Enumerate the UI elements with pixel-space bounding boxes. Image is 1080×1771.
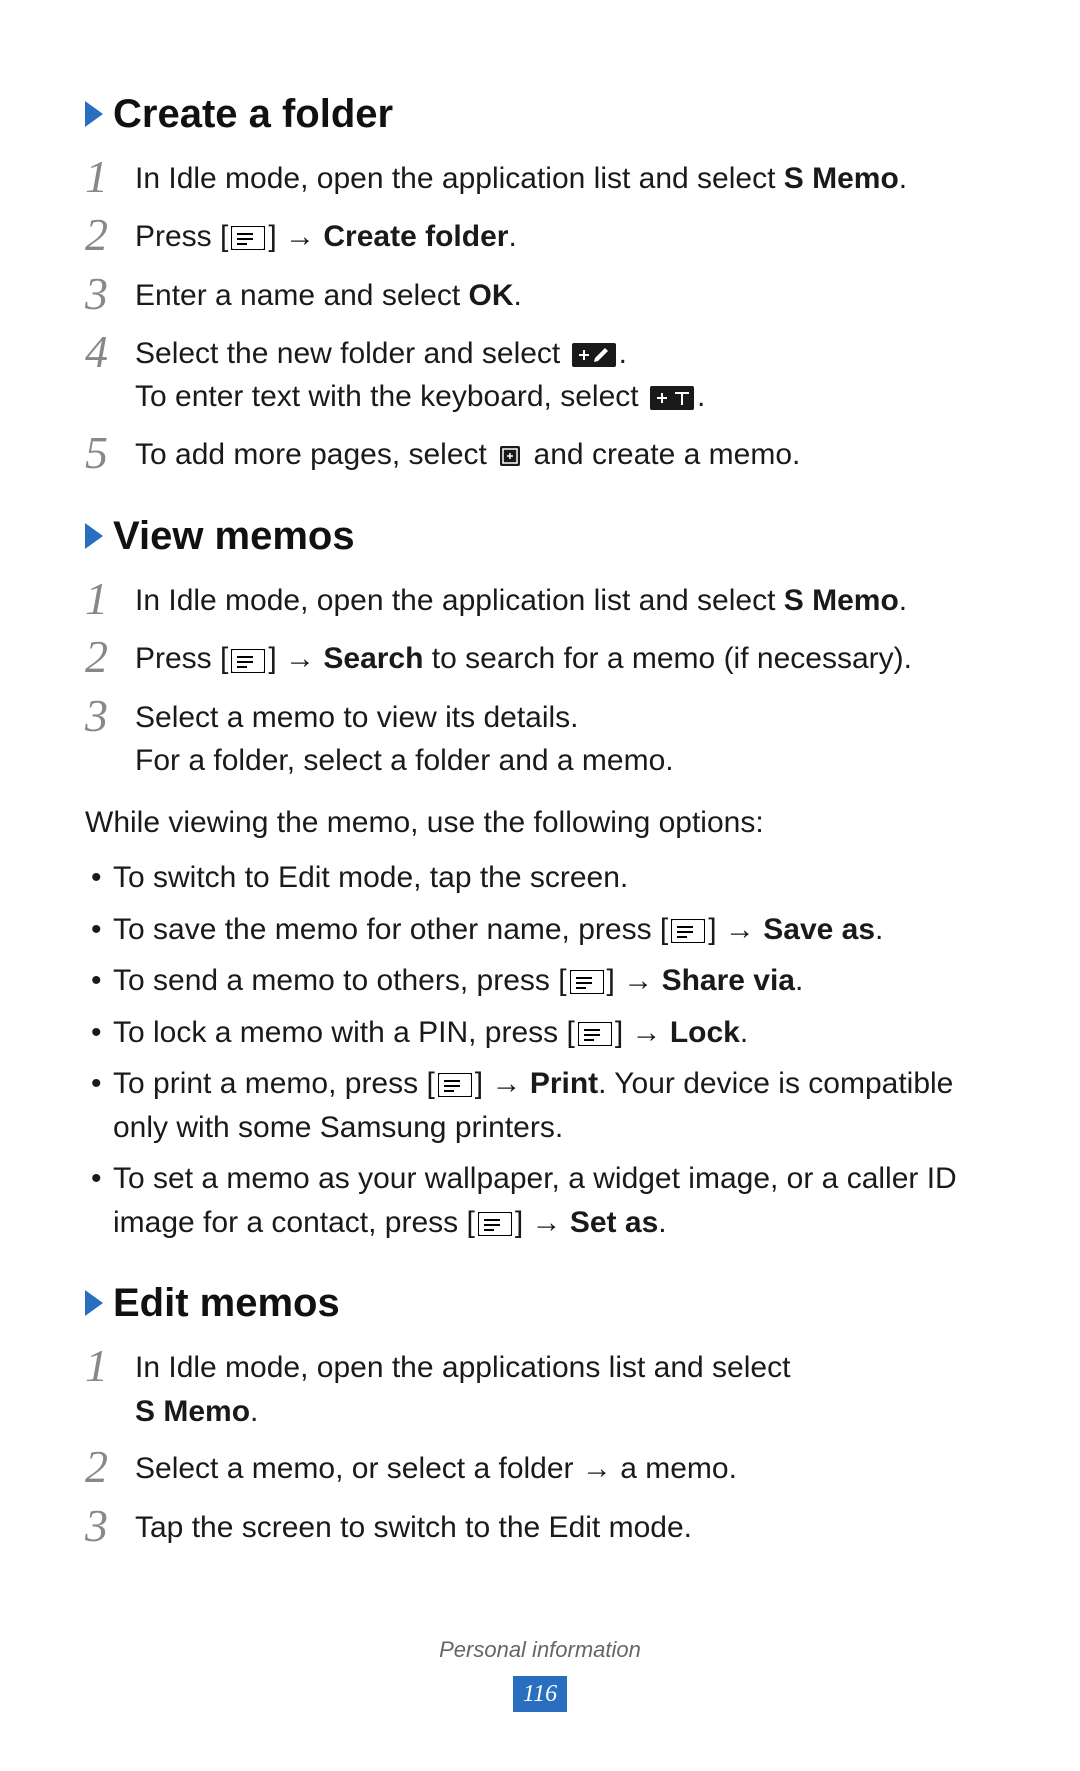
step-3: 3 Enter a name and select OK. (85, 270, 995, 318)
step-number: 1 (85, 575, 135, 623)
step-2: 2 Press [] → Search to search for a memo… (85, 633, 995, 681)
step-text: Press [] → Create folder. (135, 211, 995, 259)
step-text: In Idle mode, open the application list … (135, 153, 995, 201)
heading-text: Create a folder (113, 85, 393, 143)
menu-icon (578, 1022, 612, 1046)
chevron-icon (85, 1290, 103, 1316)
step-number: 3 (85, 1502, 135, 1550)
step-2: 2 Press [] → Create folder. (85, 211, 995, 259)
step-3: 3 Tap the screen to switch to the Edit m… (85, 1502, 995, 1550)
step-text: In Idle mode, open the applications list… (135, 1342, 995, 1433)
step-text: Select a memo, or select a folder → a me… (135, 1443, 995, 1491)
menu-icon (478, 1212, 512, 1236)
menu-icon (671, 919, 705, 943)
step-text: Select a memo to view its details. For a… (135, 692, 995, 783)
menu-icon (570, 970, 604, 994)
list-item: To switch to Edit mode, tap the screen. (85, 856, 995, 900)
step-5: 5 To add more pages, select and create a… (85, 429, 995, 477)
plus-t-icon (650, 386, 694, 410)
chevron-icon (85, 101, 103, 127)
step-text: In Idle mode, open the application list … (135, 575, 995, 623)
step-number: 2 (85, 1443, 135, 1491)
step-1: 1 In Idle mode, open the applications li… (85, 1342, 995, 1433)
page-number: 116 (513, 1676, 567, 1713)
add-page-icon (498, 444, 522, 468)
heading-create-folder: Create a folder (85, 85, 995, 143)
step-1: 1 In Idle mode, open the application lis… (85, 153, 995, 201)
step-number: 1 (85, 153, 135, 201)
step-text: Tap the screen to switch to the Edit mod… (135, 1502, 995, 1550)
step-number: 3 (85, 692, 135, 740)
menu-icon (231, 226, 265, 250)
step-1: 1 In Idle mode, open the application lis… (85, 575, 995, 623)
step-number: 2 (85, 633, 135, 681)
step-3: 3 Select a memo to view its details. For… (85, 692, 995, 783)
list-item: To send a memo to others, press [] → Sha… (85, 959, 995, 1003)
step-text: Enter a name and select OK. (135, 270, 995, 318)
page-footer: Personal information 116 (0, 1634, 1080, 1713)
options-intro: While viewing the memo, use the followin… (85, 801, 995, 845)
menu-icon (231, 649, 265, 673)
heading-text: Edit memos (113, 1274, 340, 1332)
step-number: 3 (85, 270, 135, 318)
list-item: To print a memo, press [] → Print. Your … (85, 1062, 995, 1149)
heading-edit-memos: Edit memos (85, 1274, 995, 1332)
step-4: 4 Select the new folder and select . To … (85, 328, 995, 419)
step-text: To add more pages, select and create a m… (135, 429, 995, 477)
list-item: To set a memo as your wallpaper, a widge… (85, 1157, 995, 1244)
step-number: 1 (85, 1342, 135, 1390)
step-number: 2 (85, 211, 135, 259)
list-item: To lock a memo with a PIN, press [] → Lo… (85, 1011, 995, 1055)
step-number: 4 (85, 328, 135, 376)
heading-view-memos: View memos (85, 507, 995, 565)
step-number: 5 (85, 429, 135, 477)
menu-icon (438, 1073, 472, 1097)
step-text: Select the new folder and select . To en… (135, 328, 995, 419)
list-item: To save the memo for other name, press [… (85, 908, 995, 952)
footer-section-name: Personal information (0, 1634, 1080, 1666)
plus-pen-icon (572, 343, 616, 367)
chevron-icon (85, 523, 103, 549)
manual-page: Create a folder 1 In Idle mode, open the… (0, 0, 1080, 1771)
step-text: Press [] → Search to search for a memo (… (135, 633, 995, 681)
options-list: To switch to Edit mode, tap the screen. … (85, 856, 995, 1244)
step-2: 2 Select a memo, or select a folder → a … (85, 1443, 995, 1491)
heading-text: View memos (113, 507, 355, 565)
